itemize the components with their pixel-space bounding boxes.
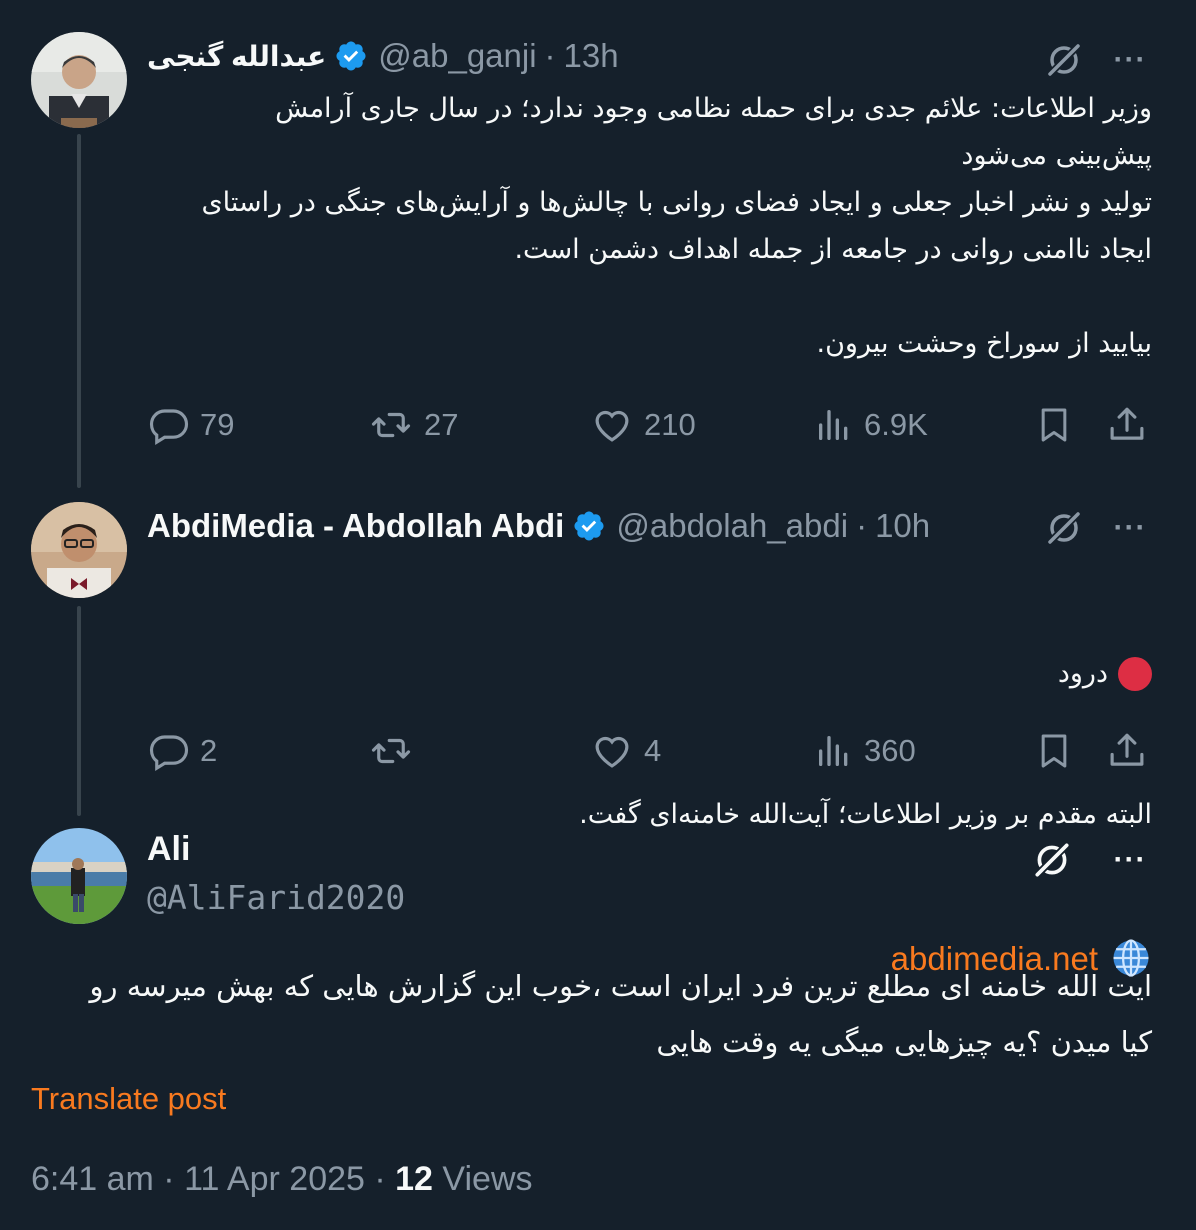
- share-icon[interactable]: [1106, 726, 1148, 776]
- tweet-text-line: البته مقدم بر وزیر اطلاعات؛ آیت‌الله خام…: [579, 799, 1152, 830]
- tweet-header: AbdiMedia - Abdollah Abdi @abdolah_abdi …: [147, 502, 1048, 550]
- like-button[interactable]: 4: [590, 726, 661, 776]
- action-bar: 2 4 360: [0, 726, 1196, 776]
- display-name[interactable]: Ali: [147, 830, 190, 869]
- repost-button[interactable]: 27: [368, 400, 458, 450]
- avatar[interactable]: [31, 828, 127, 924]
- greeting-text: درود: [1057, 658, 1108, 689]
- display-name[interactable]: AbdiMedia - Abdollah Abdi: [147, 507, 564, 545]
- handle[interactable]: @AliFarid2020: [147, 878, 405, 917]
- views-count: 12: [395, 1160, 433, 1198]
- reply-button[interactable]: 79: [148, 400, 234, 450]
- like-count: 4: [644, 733, 662, 768]
- tweet-text: ایت الله خامنه ای مطلع ترین فرد ایران اس…: [89, 969, 1152, 1059]
- tweet-header: عبدالله گنجی @ab_ganji · 13h: [147, 32, 1048, 80]
- like-icon: [595, 410, 629, 442]
- views-button[interactable]: 6.9K: [814, 400, 928, 450]
- reply-icon: [149, 735, 189, 771]
- handle[interactable]: @ab_ganji: [378, 37, 536, 75]
- views-button[interactable]: 360: [814, 726, 916, 776]
- action-bar: 79 27 210 6.9K: [0, 400, 1196, 450]
- more-icon[interactable]: ···: [1106, 506, 1154, 550]
- tweet-text: وزیر اطلاعات: علائم جدی برای حمله نظامی …: [201, 93, 1152, 359]
- reply-count: 79: [200, 407, 235, 442]
- red-circle-icon: [1118, 656, 1152, 691]
- separator-dot: ·: [856, 507, 868, 544]
- translate-post-link[interactable]: Translate post: [31, 1081, 226, 1117]
- views-icon: [819, 410, 848, 440]
- verified-icon: [334, 39, 368, 73]
- like-count: 210: [644, 407, 696, 442]
- timestamp[interactable]: 10h: [875, 507, 930, 545]
- reply-button[interactable]: 2: [148, 726, 217, 776]
- tweet-thread: عبدالله گنجی @ab_ganji · 13h ··· وزیر اط…: [0, 0, 1196, 1230]
- timestamp[interactable]: 13h: [564, 37, 619, 75]
- views-count: 6.9K: [864, 407, 928, 442]
- display-name[interactable]: عبدالله گنجی: [147, 40, 326, 73]
- repost-icon: [371, 412, 411, 438]
- repost-icon: [371, 738, 411, 764]
- grok-icon[interactable]: [1040, 506, 1088, 550]
- more-icon[interactable]: ···: [1106, 38, 1154, 82]
- grok-icon[interactable]: [1040, 38, 1088, 82]
- share-icon[interactable]: [1106, 400, 1148, 450]
- bookmark-icon[interactable]: [1034, 726, 1074, 776]
- avatar[interactable]: [31, 502, 127, 598]
- more-icon[interactable]: ···: [1106, 836, 1154, 884]
- thread-line: [77, 606, 81, 816]
- views-count: 360: [864, 733, 916, 768]
- bookmark-icon[interactable]: [1034, 400, 1074, 450]
- like-icon: [595, 736, 629, 768]
- repost-count: 27: [424, 407, 459, 442]
- separator-dot: ·: [544, 37, 556, 74]
- like-button[interactable]: 210: [590, 400, 696, 450]
- verified-icon: [572, 509, 606, 543]
- views-icon: [819, 736, 848, 766]
- reply-icon: [149, 409, 189, 445]
- post-meta: 6:41 am · 11 Apr 2025 · 12 Views: [31, 1160, 533, 1199]
- grok-icon[interactable]: [1028, 836, 1076, 884]
- views-label: Views: [432, 1160, 533, 1198]
- repost-button[interactable]: [368, 726, 424, 776]
- post-timestamp[interactable]: 6:41 am · 11 Apr 2025 ·: [31, 1160, 395, 1198]
- avatar[interactable]: [31, 32, 127, 128]
- reply-count: 2: [200, 733, 218, 768]
- handle[interactable]: @abdolah_abdi: [616, 507, 848, 545]
